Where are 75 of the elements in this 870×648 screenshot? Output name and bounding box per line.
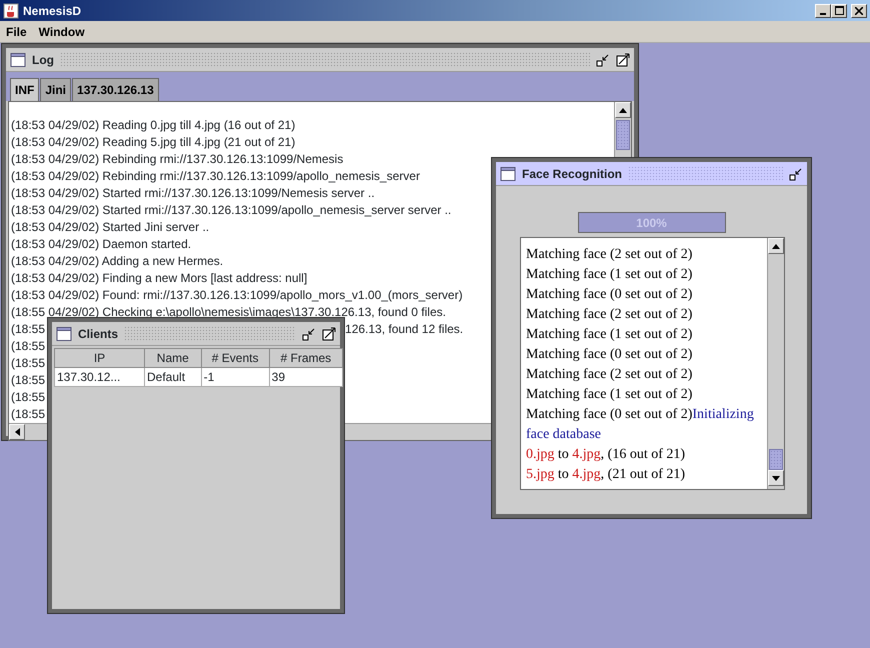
maximize-icon[interactable] [322,326,336,340]
column-header[interactable]: # Events [201,348,270,368]
maximize-button[interactable] [831,4,847,18]
window-title: Clients [78,326,118,342]
scroll-down-button[interactable] [768,470,784,486]
log-line: (18:53 04/29/02) Started rmi://137.30.126.13:1099/apollo_nemesis_server server .. [11,202,452,219]
log-line: (18:55 [11,321,46,338]
arrow-down-icon [772,476,780,480]
arrow-left-icon [14,428,20,436]
arrow-up-icon [619,108,627,112]
window-title: NemesisD [23,2,82,20]
scrollbar-thumb[interactable] [769,449,783,470]
message-line: Matching face (1 set out of 2) [526,326,694,344]
minimize-button[interactable] [815,4,831,18]
column-header[interactable]: IP [54,348,144,368]
log-line: (18:53 04/29/02) Reading 0.jpg till 4.jpg (16 out of 21) [11,117,296,134]
log-line: (18:55 [11,338,46,355]
column-header[interactable]: Name [144,348,202,368]
log-line: (18:53 04/29/02) Started Jini server .. [11,219,210,236]
log-line: (18:55 [11,406,46,423]
title-bar-grip[interactable] [124,326,296,342]
arrow-up-icon [772,244,780,248]
scroll-up-button[interactable] [615,102,631,118]
iconify-icon[interactable] [789,166,803,180]
table-cell: 137.30.12... [54,368,144,386]
scroll-left-button[interactable] [9,424,25,440]
window-icon [56,326,72,342]
log-line: (18:53 04/29/02) Reading 5.jpg till 4.jpg (21 out of 21) [11,134,296,151]
iconify-icon[interactable] [302,326,316,340]
log-line: (18:55 [11,372,46,389]
message-line: Matching face (0 set out of 2) [526,346,694,364]
message-line: Matching face (1 set out of 2) [526,386,694,404]
message-line: Matching face (2 set out of 2) [526,306,694,324]
maximize-icon[interactable] [616,52,630,66]
log-line: (18:53 04/29/02) Finding a new Mors [last address: null] [11,270,308,287]
message-line: 5.jpg to 4.jpg, (21 out of 21) [526,466,686,484]
message-line: Matching face (0 set out of 2) [526,286,694,304]
maximize-icon [834,6,844,15]
log-line: (18:53 04/29/02) Rebinding rmi://137.30.126.13:1099/Nemesis [11,151,344,168]
log-line: (18:55 [11,389,46,406]
tab[interactable]: INF [10,78,40,101]
message-line: Matching face (0 set out of 2)Initializing face database [526,406,755,444]
window-icon [500,166,516,182]
log-line: (18:53 04/29/02) Adding a new Hermes. [11,253,224,270]
log-line: (18:53 04/29/02) Rebinding rmi://137.30.126.13:1099/apollo_nemesis_server [11,168,420,185]
message-line: Matching face (1 set out of 2) [526,266,694,284]
scrollbar-thumb[interactable] [616,120,630,150]
window-icon [10,52,26,68]
log-line: (18:53 04/29/02) Daemon started. [11,236,192,253]
log-line: 126.13, found 12 files. [345,321,464,338]
title-bar-grip[interactable] [628,166,783,182]
app-icon [3,2,19,18]
minimize-icon [820,12,826,14]
menu-item[interactable]: Window [32,22,91,40]
window-title: Log [32,52,54,68]
message-line: 0.jpg to 4.jpg, (16 out of 21) [526,446,686,464]
column-header[interactable]: # Frames [269,348,342,368]
tab[interactable]: Jini [40,78,72,101]
scroll-up-button[interactable] [768,238,784,254]
table-cell: 39 [269,368,342,386]
log-line: (18:55 [11,355,46,372]
iconify-icon[interactable] [596,52,610,66]
message-line: Matching face (2 set out of 2) [526,366,694,384]
table-cell: Default [144,368,202,386]
message-line: Matching face (2 set out of 2) [526,246,694,264]
log-line: (18:53 04/29/02) Started rmi://137.30.126.13:1099/Nemesis server .. [11,185,375,202]
log-line: (18:53 04/29/02) Found: rmi://137.30.126.13:1099/apollo_mors_v1.00_(mors_server) [11,287,463,304]
close-icon [855,6,863,14]
title-bar-grip[interactable] [60,52,590,68]
tab[interactable]: 137.30.126.13 [72,78,159,101]
table-cell: -1 [201,368,270,386]
window-title: Face Recognition [522,166,622,182]
log-line: (18:55 04/29/02) Checking e:\apollo\nemesis\images\137.30.126.13, found 0 files. [11,304,446,321]
close-button[interactable] [851,4,867,18]
menu-item[interactable]: File [0,22,33,40]
